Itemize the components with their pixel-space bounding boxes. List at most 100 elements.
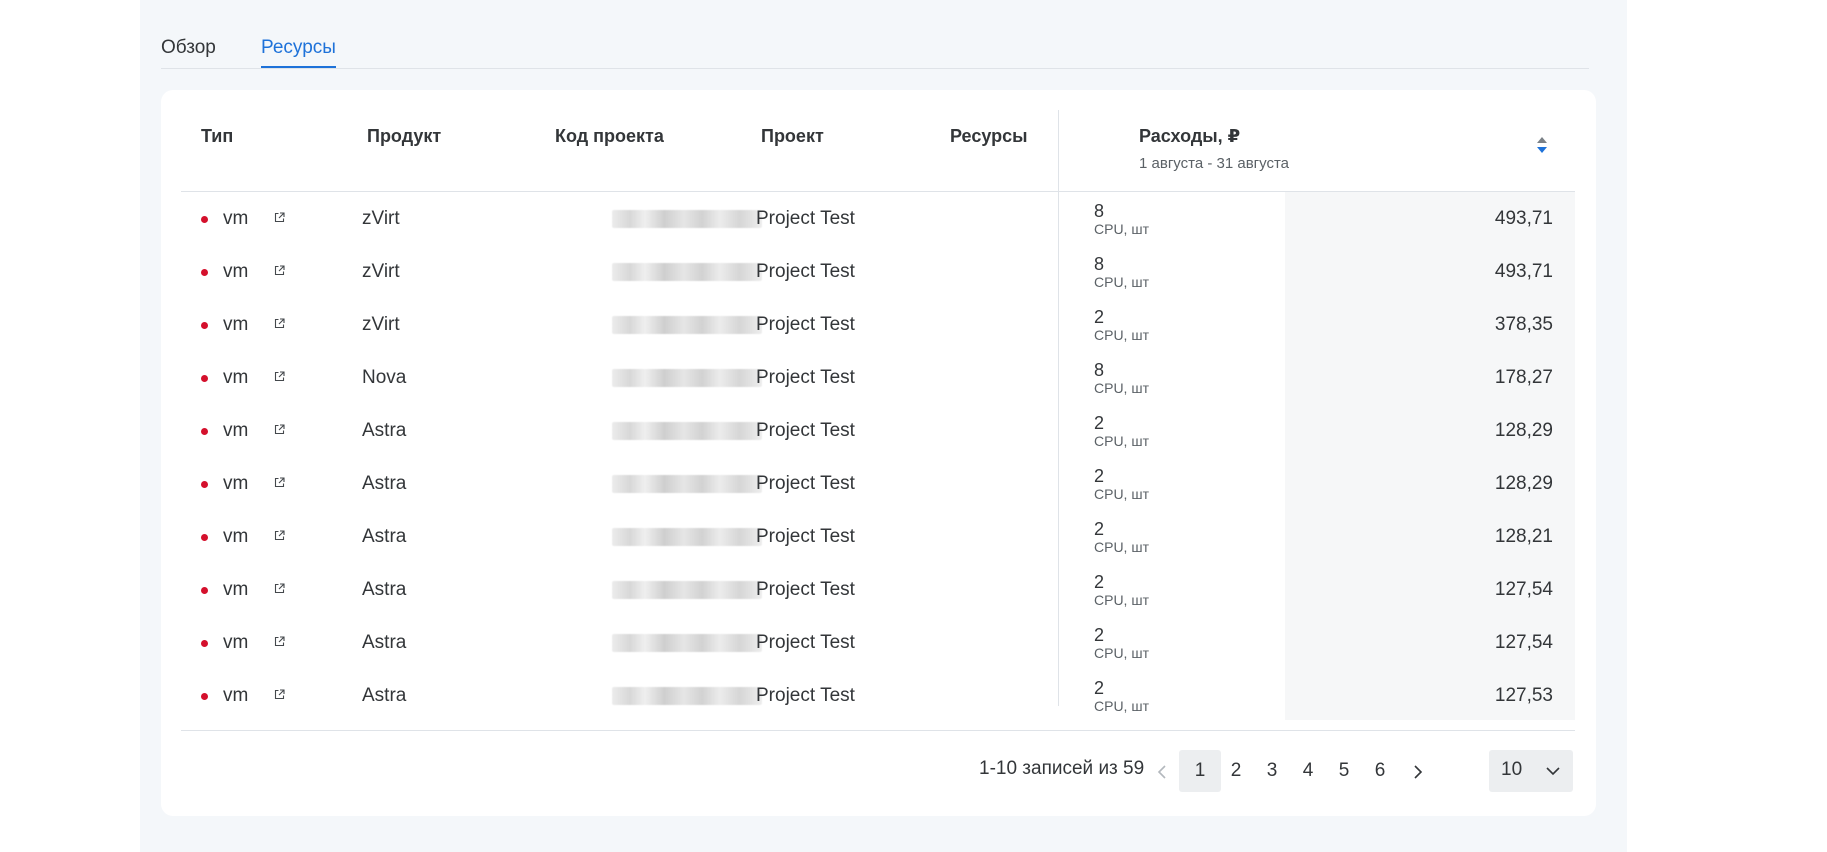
- row-type: vm: [223, 473, 249, 494]
- pagination: 1-10 записей из 59 1 2 3 4 5 6 10: [161, 750, 1596, 794]
- row-product: Astra: [362, 473, 407, 494]
- tab-bar: Обзор Ресурсы: [161, 28, 1589, 69]
- row-resource-value: 2: [1094, 307, 1105, 327]
- table-row: vm Astra Project Test 2 CPU, шт 128,29: [181, 404, 1575, 457]
- external-link-icon[interactable]: [274, 636, 285, 647]
- chevron-left-icon[interactable]: [1151, 760, 1173, 784]
- row-resource-unit: CPU, шт: [1094, 433, 1149, 449]
- project-code-redacted: [612, 316, 762, 334]
- external-link-icon[interactable]: [274, 424, 285, 435]
- external-link-icon[interactable]: [274, 689, 285, 700]
- row-product: Astra: [362, 632, 407, 653]
- status-dot-icon: [201, 375, 208, 382]
- row-product: zVirt: [362, 261, 400, 282]
- project-code-redacted: [612, 634, 762, 652]
- row-spend: 493,71: [1494, 208, 1553, 229]
- tab-overview[interactable]: Обзор: [161, 36, 216, 60]
- status-dot-icon: [201, 428, 208, 435]
- column-header-project-code: Код проекта: [555, 126, 664, 146]
- status-dot-icon: [201, 534, 208, 541]
- project-code-redacted: [612, 687, 762, 705]
- row-product: Nova: [362, 367, 407, 388]
- row-product: Astra: [362, 685, 407, 706]
- row-type: vm: [223, 208, 249, 229]
- page-size-value: 10: [1501, 759, 1523, 780]
- column-header-product: Продукт: [367, 126, 442, 146]
- table-row: vm Astra Project Test 2 CPU, шт 127,53: [181, 669, 1575, 722]
- page-button-6[interactable]: 6: [1359, 750, 1401, 792]
- table-row: vm Astra Project Test 2 CPU, шт 127,54: [181, 616, 1575, 669]
- project-code-redacted: [612, 263, 762, 281]
- status-dot-icon: [201, 693, 208, 700]
- row-spend: 128,29: [1494, 420, 1553, 441]
- chevron-right-icon[interactable]: [1407, 760, 1429, 784]
- row-resource-unit: CPU, шт: [1094, 274, 1149, 290]
- table-row: vm Nova Project Test 8 CPU, шт 178,27: [181, 351, 1575, 404]
- row-project: Project Test: [756, 208, 855, 229]
- column-header-type: Тип: [201, 126, 234, 146]
- sort-icon[interactable]: [1535, 134, 1549, 156]
- page-size-select[interactable]: 10: [1489, 750, 1573, 792]
- row-product: Astra: [362, 420, 407, 441]
- status-dot-icon: [201, 587, 208, 594]
- chevron-down-icon: [1546, 767, 1560, 776]
- row-resource-unit: CPU, шт: [1094, 221, 1149, 237]
- row-resource-unit: CPU, шт: [1094, 645, 1149, 661]
- table-row: vm Astra Project Test 2 CPU, шт 128,29: [181, 457, 1575, 510]
- external-link-icon[interactable]: [274, 530, 285, 541]
- row-spend: 128,29: [1494, 473, 1553, 494]
- row-project: Project Test: [756, 632, 855, 653]
- table-row: vm zVirt Project Test 2 CPU, шт 378,35: [181, 298, 1575, 351]
- row-resource-unit: CPU, шт: [1094, 698, 1149, 714]
- table-row: vm zVirt Project Test 8 CPU, шт 493,71: [181, 192, 1575, 245]
- row-product: Astra: [362, 526, 407, 547]
- row-type: vm: [223, 420, 249, 441]
- row-spend: 127,54: [1494, 579, 1553, 600]
- project-code-redacted: [612, 528, 762, 546]
- row-spend: 378,35: [1494, 314, 1553, 335]
- row-spend: 128,21: [1494, 526, 1553, 547]
- row-product: zVirt: [362, 314, 400, 335]
- row-type: vm: [223, 314, 249, 335]
- row-resource-value: 2: [1094, 466, 1105, 486]
- row-resource-value: 2: [1094, 519, 1105, 539]
- status-dot-icon: [201, 481, 208, 488]
- row-project: Project Test: [756, 314, 855, 335]
- row-project: Project Test: [756, 473, 855, 494]
- table-row: vm zVirt Project Test 8 CPU, шт 493,71: [181, 245, 1575, 298]
- project-code-redacted: [612, 581, 762, 599]
- external-link-icon[interactable]: [274, 318, 285, 329]
- row-project: Project Test: [756, 367, 855, 388]
- table-header: Тип Продукт Код проекта Проект Ресурсы Р…: [181, 110, 1575, 192]
- external-link-icon[interactable]: [274, 371, 285, 382]
- row-product: zVirt: [362, 208, 400, 229]
- spend-period: 1 августа - 31 августа: [1139, 155, 1290, 172]
- row-resource-value: 2: [1094, 572, 1105, 592]
- row-resource-unit: CPU, шт: [1094, 327, 1149, 343]
- project-code-redacted: [612, 369, 762, 387]
- project-code-redacted: [612, 210, 762, 228]
- row-resource-unit: CPU, шт: [1094, 486, 1149, 502]
- row-resource-value: 2: [1094, 678, 1105, 698]
- row-project: Project Test: [756, 579, 855, 600]
- table-body: vm zVirt Project Test 8 CPU, шт 493,71 vm zVirt…: [181, 192, 1575, 722]
- resources-card: Тип Продукт Код проекта Проект Ресурсы Р…: [161, 90, 1596, 816]
- row-spend: 127,54: [1494, 632, 1553, 653]
- status-dot-icon: [201, 269, 208, 276]
- project-code-redacted: [612, 422, 762, 440]
- external-link-icon[interactable]: [274, 265, 285, 276]
- tab-resources[interactable]: Ресурсы: [261, 36, 336, 68]
- external-link-icon[interactable]: [274, 212, 285, 223]
- row-type: vm: [223, 579, 249, 600]
- row-resource-unit: CPU, шт: [1094, 380, 1149, 396]
- external-link-icon[interactable]: [274, 583, 285, 594]
- row-resource-unit: CPU, шт: [1094, 539, 1149, 555]
- status-dot-icon: [201, 640, 208, 647]
- row-spend: 493,71: [1494, 261, 1553, 282]
- row-resource-value: 2: [1094, 625, 1105, 645]
- external-link-icon[interactable]: [274, 477, 285, 488]
- status-dot-icon: [201, 216, 208, 223]
- row-spend: 178,27: [1494, 367, 1553, 388]
- row-project: Project Test: [756, 685, 855, 706]
- column-header-spend[interactable]: Расходы, ₽: [1139, 126, 1240, 147]
